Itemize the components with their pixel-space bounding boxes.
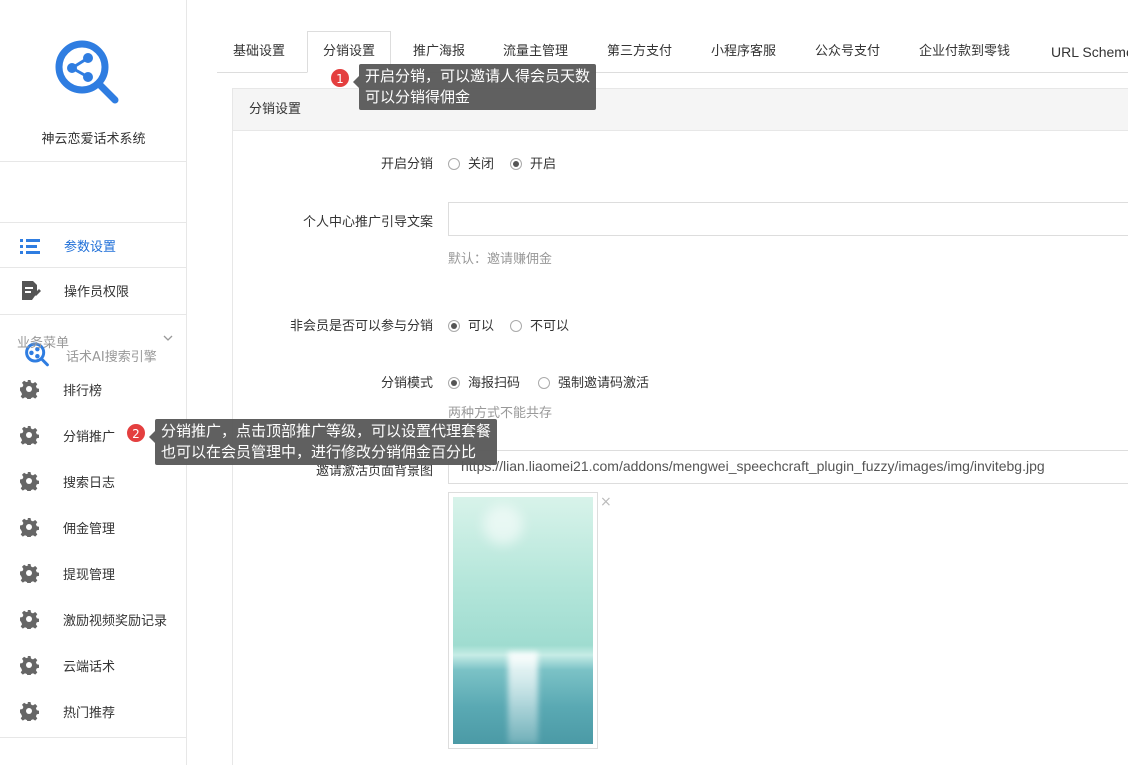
menu-item-label: 排行榜 bbox=[63, 384, 103, 399]
annotation-line: 开启分销，可以邀请人得会员天数 bbox=[365, 67, 591, 85]
gear-icon bbox=[20, 702, 39, 721]
guide-text-help: 默认：邀请赚佣金 bbox=[448, 252, 553, 267]
non-member-yes-radio[interactable]: 可以 bbox=[448, 315, 494, 334]
list-icon bbox=[20, 239, 40, 254]
gear-icon bbox=[20, 610, 39, 629]
gear-icon bbox=[20, 472, 39, 491]
menu-item-label: 云端话术 bbox=[63, 660, 116, 675]
sidebar: 神云恋爱话术系统 话术AI搜索引擎 参数设置 操作员权限 业务菜单 排行榜 分销… bbox=[0, 0, 187, 765]
menu-item-search-log[interactable]: 搜索日志 bbox=[0, 461, 187, 501]
menu-item-hot-recommend[interactable]: 热门推荐 bbox=[0, 691, 187, 731]
radio-dot-selected bbox=[448, 320, 460, 332]
menu-item-commission[interactable]: 佣金管理 bbox=[0, 507, 187, 547]
menu-item-label: 热门推荐 bbox=[63, 706, 116, 721]
gear-icon bbox=[20, 380, 39, 399]
menu-item-label: 提现管理 bbox=[63, 568, 116, 583]
annotation-badge-2: 2 bbox=[126, 423, 146, 443]
brand-name: 神云恋爱话术系统 bbox=[41, 132, 146, 147]
gear-icon bbox=[20, 426, 39, 445]
tab-enterprise-payment[interactable]: 企业付款到零钱 bbox=[919, 32, 1010, 73]
menu-item-label: 激励视频奖励记录 bbox=[63, 614, 168, 629]
bg-image bbox=[453, 497, 593, 744]
guide-text-label: 个人中心推广引导文案 bbox=[302, 215, 433, 230]
radio-label: 强制邀请码激活 bbox=[558, 376, 650, 391]
settings-tabs: 基础设置 分销设置 推广海报 流量主管理 第三方支付 小程序客服 公众号支付 企… bbox=[217, 31, 1128, 73]
annotation-badge-1: 1 bbox=[330, 68, 350, 88]
gear-icon bbox=[20, 564, 39, 583]
annotation-line: 分销推广，点击顶部推广等级，可以设置代理套餐 bbox=[161, 422, 492, 440]
radio-label: 可以 bbox=[468, 319, 495, 334]
annotation-tooltip-1: 开启分销，可以邀请人得会员天数 可以分销得佣金 bbox=[352, 64, 597, 110]
radio-dot-selected bbox=[448, 377, 460, 389]
radio-dot bbox=[448, 158, 460, 170]
enable-on-radio[interactable]: 开启 bbox=[510, 153, 556, 172]
enable-distribution-label: 开启分销 bbox=[380, 157, 433, 172]
radio-label: 海报扫码 bbox=[468, 376, 521, 391]
tab-url-scheme[interactable]: URL Scheme bbox=[1051, 32, 1128, 73]
tab-basic[interactable]: 基础设置 bbox=[233, 32, 285, 73]
product-name: 话术AI搜索引擎 bbox=[66, 350, 157, 365]
radio-label: 关闭 bbox=[468, 157, 495, 172]
enable-off-radio[interactable]: 关闭 bbox=[448, 153, 494, 172]
bg-image-url-input[interactable]: https://lian.liaomei21.com/addons/mengwe… bbox=[448, 450, 1128, 484]
brand: 神云恋爱话术系统 bbox=[0, 0, 186, 162]
mode-invite-code-radio[interactable]: 强制邀请码激活 bbox=[538, 372, 649, 391]
guide-text-input[interactable] bbox=[448, 202, 1128, 236]
divider bbox=[0, 737, 187, 738]
gear-icon bbox=[20, 518, 39, 537]
menu-item-label: 分销推广 bbox=[63, 430, 116, 445]
remove-image-button[interactable]: × bbox=[600, 494, 612, 510]
radio-dot-selected bbox=[510, 158, 522, 170]
product-switcher[interactable]: 话术AI搜索引擎 bbox=[0, 162, 187, 367]
mode-poster-radio[interactable]: 海报扫码 bbox=[448, 372, 520, 391]
gear-icon bbox=[20, 656, 39, 675]
menu-item-cloud-scripts[interactable]: 云端话术 bbox=[0, 645, 187, 685]
bg-image-preview bbox=[448, 492, 598, 749]
chevron-down-icon[interactable] bbox=[163, 333, 173, 343]
nav-item-label: 操作员权限 bbox=[64, 285, 130, 300]
menu-group-title: 业务菜单 bbox=[17, 336, 70, 351]
non-member-label: 非会员是否可以参与分销 bbox=[289, 319, 433, 334]
tab-mini-program-service[interactable]: 小程序客服 bbox=[711, 32, 776, 73]
radio-label: 开启 bbox=[530, 157, 557, 172]
radio-label: 不可以 bbox=[530, 319, 570, 334]
radio-dot bbox=[510, 320, 522, 332]
nav-item-label: 参数设置 bbox=[64, 240, 117, 255]
annotation-line: 可以分销得佣金 bbox=[365, 88, 471, 106]
menu-item-withdrawal[interactable]: 提现管理 bbox=[0, 553, 187, 593]
document-edit-icon bbox=[22, 281, 41, 300]
tab-third-party-pay[interactable]: 第三方支付 bbox=[607, 32, 672, 73]
radio-dot bbox=[538, 377, 550, 389]
menu-item-ranking[interactable]: 排行榜 bbox=[0, 369, 187, 409]
nav-item-parameters[interactable]: 参数设置 bbox=[0, 223, 187, 268]
menu-item-video-rewards[interactable]: 激励视频奖励记录 bbox=[0, 599, 187, 639]
annotation-tooltip-2: 分销推广，点击顶部推广等级，可以设置代理套餐 也可以在会员管理中，进行修改分销佣… bbox=[148, 419, 498, 465]
distribution-mode-label: 分销模式 bbox=[380, 376, 433, 391]
menu-item-label: 搜索日志 bbox=[63, 476, 116, 491]
annotation-line: 也可以在会员管理中，进行修改分销佣金百分比 bbox=[161, 443, 477, 461]
menu-item-label: 佣金管理 bbox=[63, 522, 116, 537]
nav-item-operator-permissions[interactable]: 操作员权限 bbox=[0, 268, 187, 313]
divider bbox=[0, 314, 187, 315]
logo-search-share-icon bbox=[55, 40, 119, 104]
tab-official-account-pay[interactable]: 公众号支付 bbox=[815, 32, 880, 73]
non-member-no-radio[interactable]: 不可以 bbox=[510, 315, 569, 334]
